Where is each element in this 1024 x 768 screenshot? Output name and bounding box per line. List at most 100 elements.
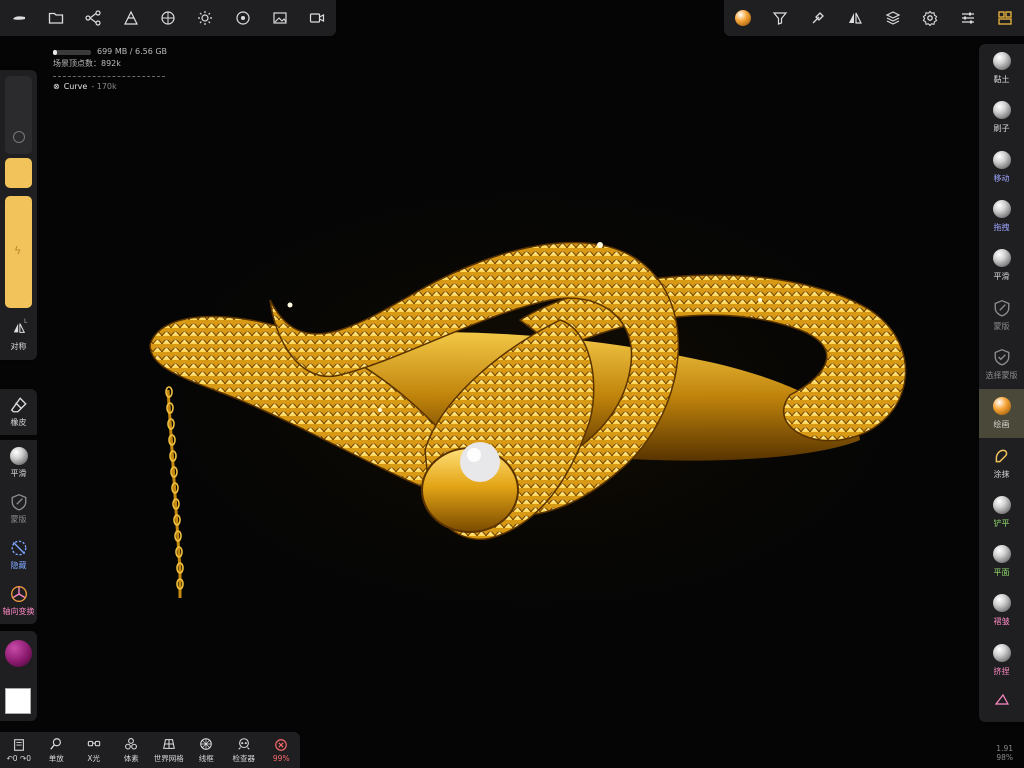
flatten-sphere-icon — [992, 545, 1011, 564]
material-color-swatch[interactable] — [5, 640, 32, 667]
planar-sphere-icon — [992, 495, 1011, 514]
history-label: ↶0 ↷0 — [6, 753, 32, 763]
tool-select-mask[interactable]: 选择蒙版 — [979, 340, 1024, 389]
tool-crease[interactable]: 褶皱 — [979, 586, 1024, 635]
mask-icon — [994, 299, 1009, 317]
topology-icon[interactable] — [112, 0, 149, 36]
drag-sphere-icon — [992, 200, 1011, 219]
tool-more[interactable] — [979, 685, 1024, 713]
close-circle-icon — [275, 738, 288, 751]
light-icon[interactable] — [187, 0, 224, 36]
tool-eraser[interactable]: 橡皮 — [0, 389, 37, 435]
hide-icon — [11, 540, 26, 556]
tool-smudge[interactable]: 涂抹 — [979, 438, 1024, 487]
tool-hide[interactable]: 隐藏 — [0, 532, 37, 578]
color-panel — [0, 631, 37, 721]
project-icon[interactable] — [0, 0, 37, 36]
inspector-icon — [238, 737, 250, 750]
tool-label: 褶皱 — [993, 617, 1010, 627]
symmetry-badge: L — [24, 318, 28, 325]
tool-label: 拖拽 — [993, 223, 1010, 233]
camera-icon[interactable] — [299, 0, 336, 36]
tool-paint[interactable]: 绘画 — [979, 389, 1024, 439]
folder-icon[interactable] — [37, 0, 74, 36]
xray-label: X光 — [87, 753, 101, 763]
layers-icon[interactable] — [874, 0, 912, 36]
zoom-button[interactable]: 单放 — [38, 737, 76, 764]
tools-icon[interactable] — [987, 0, 1024, 36]
top-toolbar-left — [0, 0, 336, 36]
picker-icon[interactable] — [799, 0, 837, 36]
paint-sphere-icon — [992, 397, 1011, 416]
material-icon[interactable] — [149, 0, 186, 36]
radius-slider-fill[interactable] — [5, 158, 32, 188]
wireframe-button[interactable]: 线框 — [188, 737, 226, 764]
tool-move[interactable]: 移动 — [979, 143, 1024, 192]
settings-icon[interactable] — [912, 0, 950, 36]
tool-pinch[interactable]: 挤捏 — [979, 636, 1024, 685]
symmetry-toggle[interactable]: L 对称 — [0, 318, 37, 352]
scene-vertices: 场景顶点数：892k — [53, 59, 121, 68]
voxel-button[interactable]: 体素 — [113, 737, 151, 764]
pearl — [460, 442, 500, 482]
xray-button[interactable]: X光 — [75, 737, 113, 764]
left-slider-panel: ϟ L 对称 — [0, 70, 37, 360]
tool-smooth[interactable]: 平滑 — [0, 440, 37, 486]
tool-label: 绘画 — [993, 420, 1010, 430]
intensity-slider[interactable]: ϟ — [5, 196, 32, 308]
tool-label: 轴向变换 — [2, 607, 35, 616]
brush-sphere-icon — [992, 101, 1011, 120]
inspector-label: 检查器 — [232, 753, 256, 763]
grid-icon — [162, 738, 175, 749]
memory-text: 699 MB / 6.56 GB — [97, 47, 168, 56]
sliders-icon[interactable] — [949, 0, 987, 36]
world-grid-label: 世界网格 — [153, 753, 184, 763]
bottom-toolbar: ↶0 ↷0 单放 X光 体素 世界网格 线框 检查器 99% — [0, 732, 300, 768]
environment-icon[interactable] — [224, 0, 261, 36]
eraser-icon — [10, 397, 27, 413]
crease-sphere-icon — [992, 594, 1011, 613]
history-button[interactable]: ↶0 ↷0 — [0, 738, 38, 763]
scene-tree-icon[interactable] — [75, 0, 112, 36]
tool-clay[interactable]: 黏土 — [979, 44, 1024, 93]
tool-label: 蒙版 — [10, 515, 27, 524]
pinch-sphere-icon — [992, 643, 1011, 662]
history-icon — [13, 738, 24, 751]
tool-planar[interactable]: 铲平 — [979, 488, 1024, 537]
matcap-icon[interactable] — [724, 0, 762, 36]
image-icon[interactable] — [261, 0, 298, 36]
clay-sphere-icon — [992, 52, 1011, 71]
tool-gizmo[interactable]: 轴向变换 — [0, 578, 37, 624]
world-grid-button[interactable]: 世界网格 — [150, 737, 188, 764]
secondary-color-swatch[interactable] — [5, 688, 31, 714]
symmetry-icon[interactable] — [837, 0, 875, 36]
decimate-button[interactable]: 99% — [263, 738, 301, 763]
tool-label: 涂抹 — [993, 469, 1010, 479]
inspector-button[interactable]: 检查器 — [225, 737, 263, 764]
tool-drag[interactable]: 拖拽 — [979, 192, 1024, 241]
voxel-label: 体素 — [123, 753, 139, 763]
tool-label: 平滑 — [993, 272, 1010, 282]
object-count: - 170k — [91, 82, 117, 91]
radius-dot-icon — [13, 131, 25, 143]
zoom-icon — [50, 737, 62, 750]
tool-label: 橡皮 — [10, 418, 27, 427]
memory-bar-fill — [53, 49, 58, 55]
tool-mask[interactable]: 蒙版 — [0, 486, 37, 532]
viewport-canvas[interactable] — [0, 0, 1024, 768]
tool-brush[interactable]: 刷子 — [979, 93, 1024, 142]
object-entry[interactable]: ⊗ Curve - 170k — [53, 81, 167, 93]
stats-divider — [53, 76, 165, 77]
gizmo-icon — [10, 586, 27, 602]
tool-label: 铲平 — [993, 518, 1010, 528]
filter-icon[interactable] — [762, 0, 800, 36]
tool-flatten[interactable]: 平面 — [979, 537, 1024, 586]
wireframe-icon — [200, 737, 213, 750]
tool-smooth-right[interactable]: 平滑 — [979, 241, 1024, 290]
stats-overlay: 699 MB / 6.56 GB 场景顶点数：892k ⊗ Curve - 17… — [53, 46, 167, 93]
tool-mask-right[interactable]: 蒙版 — [979, 290, 1024, 339]
right-tools-panel: 黏土 刷子 移动 拖拽 平滑 蒙版 选择蒙版 绘画 涂抹 铲平 平面 褶皱 挤捏 — [979, 44, 1024, 722]
smudge-icon — [995, 449, 1007, 462]
tool-label: 挤捏 — [993, 666, 1010, 676]
radius-slider[interactable] — [5, 76, 32, 154]
